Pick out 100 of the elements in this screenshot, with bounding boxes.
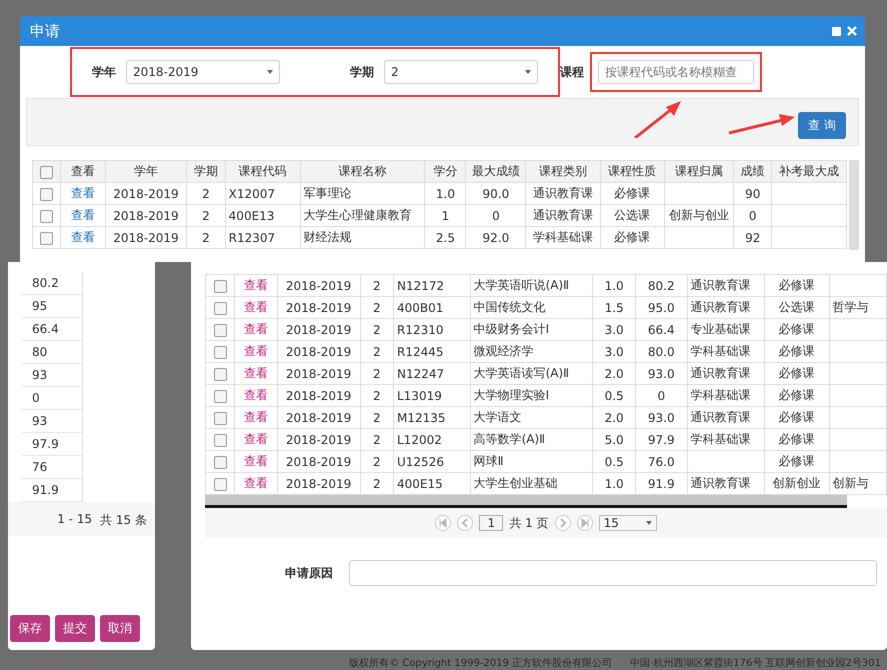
next-page-icon[interactable] bbox=[554, 515, 571, 532]
checkbox[interactable] bbox=[40, 166, 54, 179]
table-cell: L13019 bbox=[394, 384, 470, 407]
caret-icon bbox=[525, 70, 531, 74]
checkbox[interactable] bbox=[214, 280, 227, 294]
table-cell: 0 bbox=[466, 204, 526, 226]
save-button[interactable]: 保存 bbox=[10, 615, 50, 642]
checkbox[interactable] bbox=[214, 478, 227, 492]
close-icon[interactable] bbox=[847, 26, 857, 36]
checkbox[interactable] bbox=[214, 324, 227, 338]
table-cell: 2 bbox=[186, 204, 226, 226]
table-cell: 90 bbox=[734, 182, 772, 204]
query-button[interactable]: 查 询 bbox=[798, 112, 846, 139]
column-header: 学分 bbox=[424, 160, 466, 182]
submit-button[interactable]: 提交 bbox=[55, 615, 95, 642]
table-cell: 大学语文 bbox=[470, 406, 593, 429]
table-cell: 91.9 bbox=[32, 483, 59, 498]
table-cell: 大学英语读写(A)Ⅱ bbox=[470, 362, 593, 385]
table-cell: 2018-2019 bbox=[105, 226, 187, 248]
first-page-icon[interactable] bbox=[435, 515, 452, 532]
table-cell bbox=[829, 274, 886, 297]
page-input[interactable]: 1 bbox=[479, 515, 504, 532]
dropdown-field[interactable]: 2 bbox=[384, 60, 538, 84]
table-cell: 97.9 bbox=[635, 428, 688, 451]
caret-icon bbox=[646, 521, 652, 526]
checkbox[interactable] bbox=[214, 390, 227, 404]
table-cell: 93.0 bbox=[635, 362, 688, 385]
checkbox[interactable] bbox=[214, 302, 227, 316]
table-cell: 微观经济学 bbox=[470, 340, 593, 363]
table-cell: 必修课 bbox=[764, 384, 830, 407]
table-cell: 大学物理实验Ⅰ bbox=[470, 384, 593, 407]
table-cell: N12247 bbox=[394, 362, 470, 385]
table-cell: 通识教育课 bbox=[687, 362, 764, 385]
table-cell: 2 bbox=[186, 226, 226, 248]
table-cell: 中级财务会计Ⅰ bbox=[470, 318, 593, 341]
table-cell: 93.0 bbox=[635, 406, 688, 429]
search-field[interactable]: 按课程代码或名称模糊查 bbox=[598, 60, 754, 84]
table-cell: 学科基础课 bbox=[526, 226, 600, 248]
column-header: 查看 bbox=[60, 160, 106, 182]
checkbox[interactable] bbox=[214, 368, 227, 382]
table-cell: R12445 bbox=[394, 340, 470, 363]
column-header: 课程代码 bbox=[225, 160, 300, 182]
checkbox[interactable] bbox=[214, 412, 227, 426]
table-cell: 2 bbox=[360, 274, 394, 297]
table-cell: 必修课 bbox=[764, 318, 830, 341]
table-cell: 0.5 bbox=[592, 384, 636, 407]
checkbox[interactable] bbox=[40, 210, 54, 223]
table-cell bbox=[829, 362, 886, 385]
table-cell: 公选课 bbox=[764, 296, 830, 319]
table-cell: 2.5 bbox=[424, 226, 466, 248]
table-cell: U12526 bbox=[394, 450, 470, 473]
table-cell: 公选课 bbox=[600, 204, 664, 226]
column-header: 课程名称 bbox=[300, 160, 425, 182]
previous-page-icon[interactable] bbox=[457, 515, 474, 532]
page-size-dropdown[interactable]: 15 bbox=[598, 515, 657, 532]
checkbox[interactable] bbox=[214, 456, 227, 470]
checkbox[interactable] bbox=[40, 232, 54, 245]
table-cell: 专业基础课 bbox=[687, 318, 764, 341]
table-cell: 97.9 bbox=[32, 437, 59, 452]
table-cell: 大学英语听说(A)Ⅱ bbox=[470, 274, 593, 297]
checkbox[interactable] bbox=[214, 434, 227, 448]
checkbox[interactable] bbox=[40, 188, 54, 201]
table-cell bbox=[829, 450, 886, 473]
column-header: 学年 bbox=[105, 160, 187, 182]
table-cell bbox=[829, 384, 886, 407]
table-cell: 必修课 bbox=[764, 274, 830, 297]
table-cell: 2018-2019 bbox=[277, 318, 360, 341]
table-cell bbox=[664, 226, 734, 248]
table-cell: 2 bbox=[360, 362, 394, 385]
table-cell: 通识教育课 bbox=[687, 274, 764, 297]
arrow bbox=[633, 100, 683, 138]
table-cell: R12310 bbox=[394, 318, 470, 341]
table-cell: 92 bbox=[734, 226, 772, 248]
table-cell: 必修课 bbox=[600, 182, 664, 204]
last-page-icon[interactable] bbox=[576, 515, 593, 532]
dialog-title: 申请 bbox=[30, 22, 60, 40]
table-cell: 2018-2019 bbox=[105, 182, 187, 204]
table-cell bbox=[829, 406, 886, 429]
table-cell: 通识教育课 bbox=[687, 296, 764, 319]
table-cell: 必修课 bbox=[764, 406, 830, 429]
table-cell: 66.4 bbox=[32, 322, 59, 336]
checkbox[interactable] bbox=[214, 346, 227, 360]
table-cell: 2.0 bbox=[592, 406, 636, 429]
table-cell: 2018-2019 bbox=[105, 204, 187, 226]
reason-field[interactable] bbox=[349, 560, 877, 586]
footer-text: 版权所有© Copyright 1999-2019 正方软件股份有限公司 bbox=[349, 656, 612, 670]
table-cell: L12002 bbox=[394, 428, 470, 451]
filter-label: 学年 bbox=[92, 64, 116, 80]
table-cell: 军事理论 bbox=[300, 182, 425, 204]
table-cell: 通识教育课 bbox=[687, 406, 764, 429]
scrollbar[interactable] bbox=[849, 160, 859, 250]
table-cell: 95 bbox=[32, 299, 48, 314]
scrollbar[interactable] bbox=[205, 495, 847, 508]
table-cell: 创新与创业 bbox=[664, 204, 734, 226]
maximize-icon[interactable] bbox=[832, 26, 841, 36]
dropdown-field[interactable]: 2018-2019 bbox=[126, 60, 280, 84]
table-cell: 0 bbox=[734, 204, 772, 226]
cancel-button[interactable]: 取消 bbox=[100, 615, 140, 642]
table-cell: 400B01 bbox=[394, 296, 470, 319]
table-cell: 93 bbox=[32, 414, 48, 428]
